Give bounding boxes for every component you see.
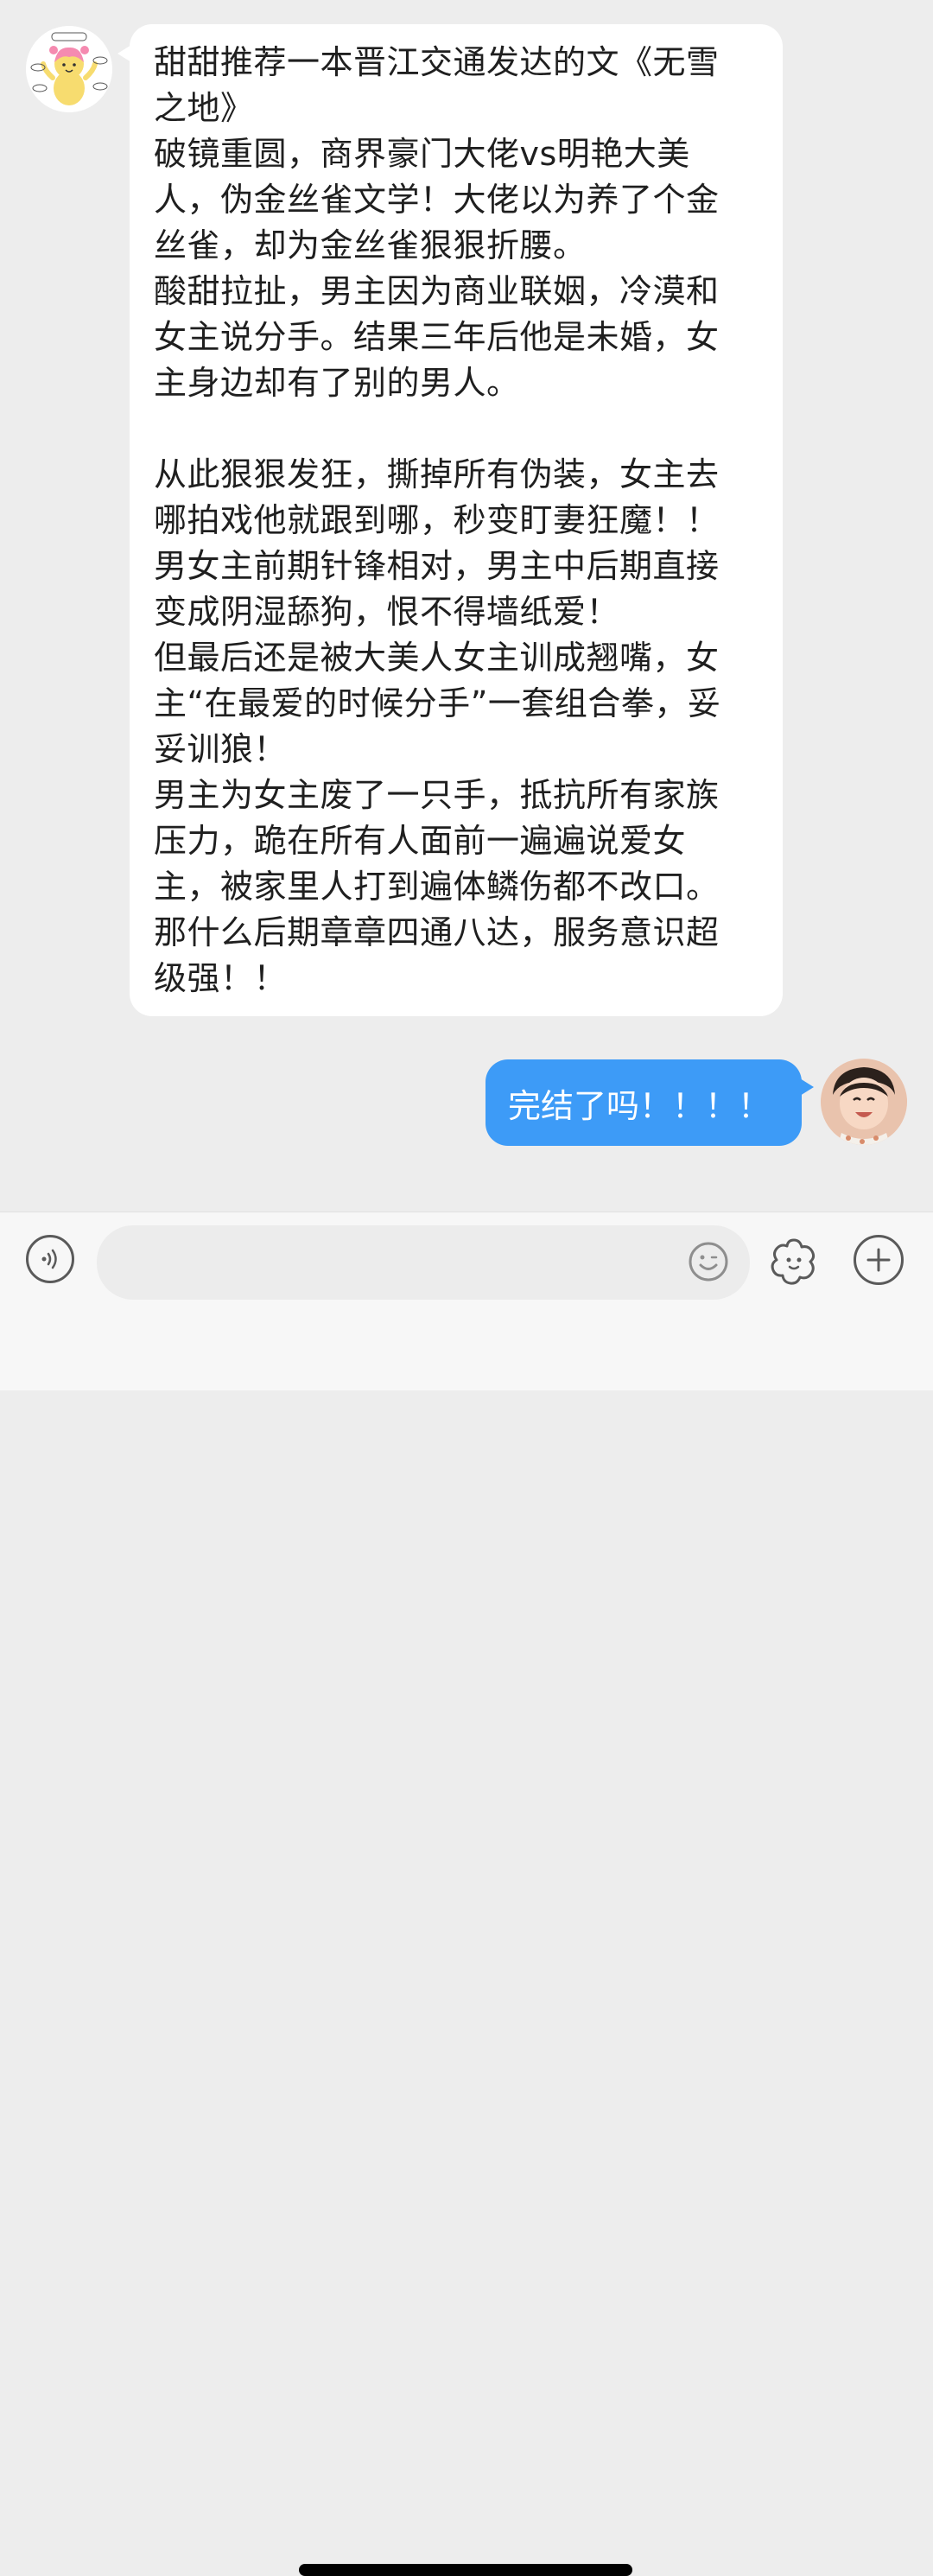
message-line: 变成阴湿舔狗，恨不得墙纸爱！: [154, 593, 620, 631]
message-line: 哪拍戏他就跟到哪，秒变盯妻狂魔！！: [154, 501, 720, 539]
message-input[interactable]: [97, 1225, 750, 1300]
message-line: 压力，跪在所有人面前一遍遍说爱女: [154, 822, 687, 860]
message-line: 女主说分手。结果三年后他是未婚，女: [154, 318, 720, 356]
message-line: 那什么后期章章四通八达，服务意识超: [154, 913, 720, 951]
outgoing-message-bubble[interactable]: 完结了吗！！！！: [486, 1059, 814, 1146]
voice-icon: [41, 1249, 57, 1269]
message-line: 级强！！: [154, 959, 288, 997]
sticker-button[interactable]: [767, 1235, 821, 1288]
message-line: 男女主前期针锋相对，男主中后期直接: [154, 547, 720, 585]
message-line: 妥训狼！: [154, 730, 288, 768]
child-photo-avatar-image: [821, 1059, 907, 1145]
input-bar: [0, 1212, 933, 2576]
cartoon-avatar-image: [26, 26, 112, 112]
sticker-icon: [771, 1238, 816, 1285]
message-line: 破镜重圆，商界豪门大佬vs明艳大美: [154, 135, 690, 173]
incoming-message-bubble[interactable]: 甜甜推荐一本晋江交通发达的文《无雪 之地》 破镜重圆，商界豪门大佬vs明艳大美 …: [117, 24, 783, 1016]
more-options-button[interactable]: [854, 1235, 904, 1285]
message-line: 主，被家里人打到遍体鳞伤都不改口。: [154, 868, 720, 906]
message-line: 甜甜推荐一本晋江交通发达的文《无雪: [154, 43, 720, 81]
message-line: 但最后还是被大美人女主训成翘嘴，女: [154, 639, 720, 677]
home-indicator[interactable]: [299, 2564, 632, 2576]
message-line: [154, 406, 760, 452]
message-line: 丝雀，却为金丝雀狠狠折腰。: [154, 226, 587, 264]
message-line: 主身边却有了别的男人。: [154, 364, 520, 402]
message-line: 男主为女主废了一只手，抵抗所有家族: [154, 776, 720, 814]
message-line: 酸甜拉扯，男主因为商业联姻，冷漠和: [154, 272, 720, 310]
emoji-icon: [689, 1242, 728, 1282]
message-line: 主“在最爱的时候分手”一套组合拳，妥: [154, 684, 721, 722]
voice-button[interactable]: [26, 1235, 74, 1283]
plus-icon: [866, 1248, 891, 1272]
message-line: 从此狠狠发狂，撕掉所有伪装，女主去: [154, 455, 720, 493]
emoji-button[interactable]: [688, 1241, 729, 1282]
message-line: 人，伪金丝雀文学！大佬以为养了个金: [154, 181, 720, 219]
message-line: 之地》: [154, 89, 254, 127]
chat-area: 甜甜推荐一本晋江交通发达的文《无雪 之地》 破镜重圆，商界豪门大佬vs明艳大美 …: [0, 0, 933, 1212]
sender-avatar[interactable]: [26, 26, 112, 112]
user-avatar[interactable]: [821, 1059, 907, 1145]
outgoing-message-text: 完结了吗！！！！: [508, 1086, 771, 1125]
